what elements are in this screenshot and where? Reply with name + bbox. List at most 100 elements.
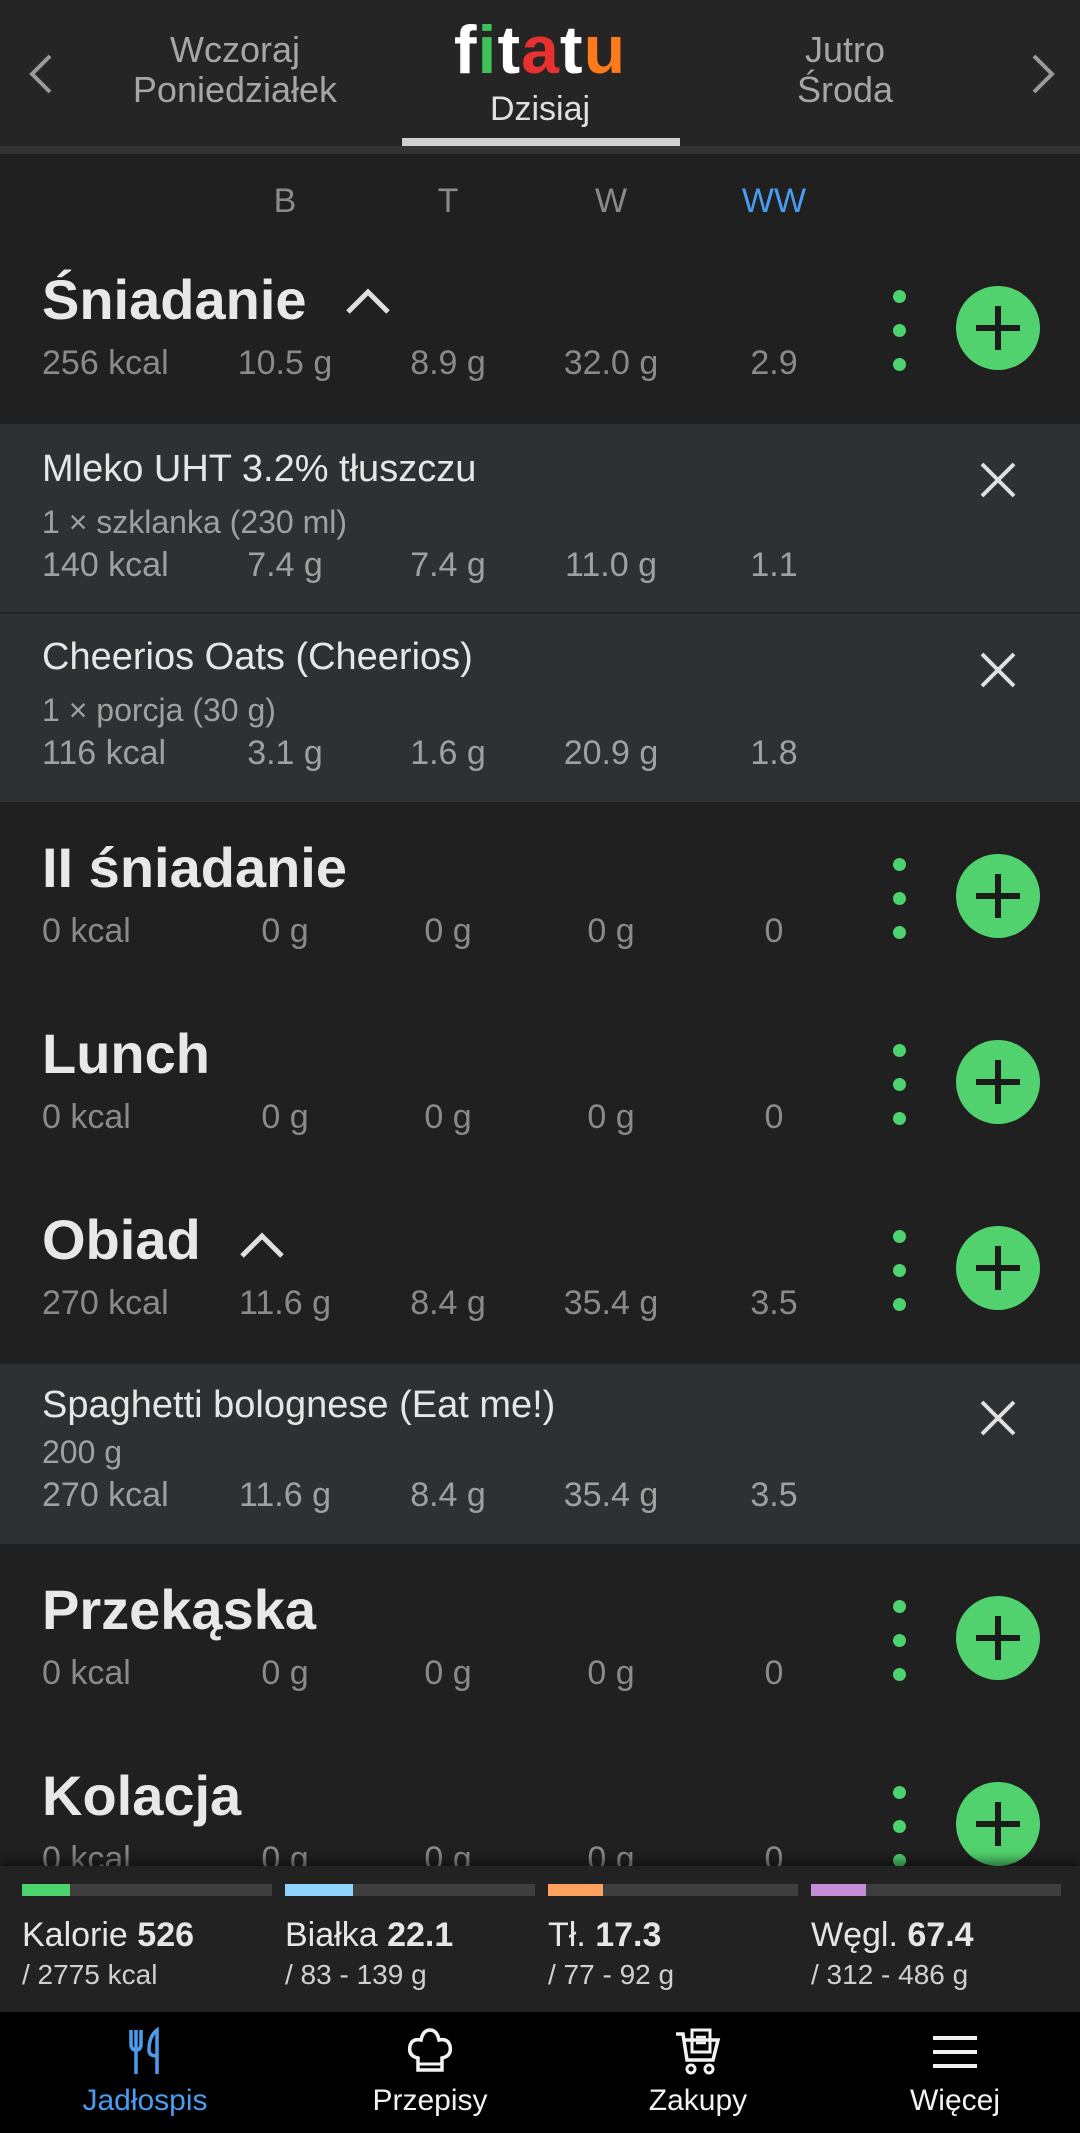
meal-carbs: 32.0 g <box>563 344 659 382</box>
food-fat: 1.6 g <box>410 734 486 772</box>
daily-summary[interactable]: Kalorie 526 / 2775 kcal Białka 22.1 / 83… <box>0 1866 1080 2012</box>
column-header-exchangers[interactable]: WW <box>714 182 834 221</box>
nav-label: Jadłospis <box>82 2084 208 2117</box>
nav-diary[interactable]: Jadłospis <box>10 2026 280 2118</box>
summary-fat: Tł. 17.3 / 77 - 92 g <box>548 1884 798 1991</box>
meal-title[interactable]: Przekąska <box>42 1578 316 1642</box>
close-icon[interactable] <box>978 1398 1018 1438</box>
calories-target: / 2775 kcal <box>22 1959 158 1990</box>
meal-title[interactable]: Śniadanie <box>42 268 307 332</box>
meal-carbs: 0 g <box>587 1654 635 1692</box>
nav-label: Więcej <box>909 2084 1000 2117</box>
more-options-icon[interactable] <box>884 1230 914 1311</box>
next-day-arrow-icon[interactable] <box>1022 50 1062 98</box>
food-carbs: 35.4 g <box>563 1476 659 1514</box>
more-options-icon[interactable] <box>884 290 914 371</box>
chevron-up-icon[interactable] <box>344 286 392 316</box>
food-carbs: 11.0 g <box>564 546 657 584</box>
meal-protein: 0 g <box>261 912 309 950</box>
protein-target: / 83 - 139 g <box>285 1959 427 1990</box>
food-item[interactable]: Cheerios Oats (Cheerios) 1 × porcja (30 … <box>0 614 1080 802</box>
protein-value: 22.1 <box>387 1916 454 1954</box>
meal-title[interactable]: Lunch <box>42 1022 210 1086</box>
fat-label: Tł. <box>548 1916 586 1954</box>
more-options-icon[interactable] <box>884 1786 914 1867</box>
nav-label: Zakupy <box>648 2084 748 2117</box>
add-food-button[interactable] <box>956 286 1040 370</box>
food-item[interactable]: Mleko UHT 3.2% tłuszczu 1 × szklanka (23… <box>0 424 1080 612</box>
food-portion: 200 g <box>42 1434 123 1470</box>
meal-exchangers: 0 <box>764 912 784 950</box>
food-fat: 8.4 g <box>410 1476 486 1514</box>
food-protein: 11.6 g <box>238 1476 331 1514</box>
more-options-icon[interactable] <box>884 1044 914 1125</box>
meal-exchangers: 3.5 <box>750 1284 798 1322</box>
chevron-up-icon[interactable] <box>238 1230 286 1260</box>
add-food-button[interactable] <box>956 1226 1040 1310</box>
carbs-label: Węgl. <box>811 1916 898 1954</box>
meal-fat: 0 g <box>424 912 472 950</box>
prev-day-label: Wczoraj <box>169 29 300 70</box>
column-header-carbs[interactable]: W <box>551 182 671 221</box>
hamburger-menu-icon <box>933 2036 977 2068</box>
food-name: Spaghetti bolognese (Eat me!) <box>42 1384 556 1426</box>
column-header-protein[interactable]: B <box>225 182 345 221</box>
bottom-navigation: Jadłospis Przepisy Zakupy Więcej <box>0 2012 1080 2133</box>
fat-progress-bar <box>548 1884 798 1896</box>
fat-target: / 77 - 92 g <box>548 1959 675 1990</box>
meal-carbs: 35.4 g <box>563 1284 659 1322</box>
meal-fat: 0 g <box>424 1654 472 1692</box>
meal-title[interactable]: Kolacja <box>42 1764 241 1828</box>
column-header-fat[interactable]: T <box>388 182 508 221</box>
meal-protein: 10.5 g <box>237 344 333 382</box>
meal-protein: 0 g <box>261 1098 309 1136</box>
prev-day-button[interactable]: Wczoraj Poniedziałek <box>120 30 350 110</box>
carbs-progress-bar <box>811 1884 1061 1896</box>
carbs-value: 67.4 <box>907 1916 974 1954</box>
calories-progress-fill <box>22 1884 70 1896</box>
calories-label: Kalorie <box>22 1916 128 1954</box>
food-carbs: 20.9 g <box>563 734 659 772</box>
close-icon[interactable] <box>978 460 1018 500</box>
next-day-label: Jutro <box>804 29 886 70</box>
nav-more[interactable]: Więcej <box>820 2026 1080 2118</box>
fat-progress-fill <box>548 1884 603 1896</box>
fork-knife-icon <box>129 2026 159 2074</box>
meal-carbs: 0 g <box>587 912 635 950</box>
calories-progress-bar <box>22 1884 272 1896</box>
fat-value: 17.3 <box>595 1916 662 1954</box>
add-food-button[interactable] <box>956 1596 1040 1680</box>
summary-calories: Kalorie 526 / 2775 kcal <box>22 1884 272 1991</box>
nav-recipes[interactable]: Przepisy <box>295 2026 565 2118</box>
add-food-button[interactable] <box>956 1782 1040 1866</box>
meal-exchangers: 2.9 <box>750 344 798 382</box>
summary-protein: Białka 22.1 / 83 - 139 g <box>285 1884 535 1991</box>
fitatu-logo: fitatu <box>453 12 627 88</box>
meal-title[interactable]: Obiad <box>42 1208 201 1272</box>
next-day-button[interactable]: Jutro Środa <box>730 30 960 110</box>
protein-progress-bar <box>285 1884 535 1896</box>
food-fat: 7.4 g <box>410 546 486 584</box>
next-day-weekday: Środa <box>796 69 894 110</box>
calories-value: 526 <box>137 1916 195 1954</box>
food-protein: 7.4 g <box>247 546 323 584</box>
add-food-button[interactable] <box>956 854 1040 938</box>
food-item[interactable]: Spaghetti bolognese (Eat me!) 200 g 270 … <box>0 1364 1080 1544</box>
prev-day-arrow-icon[interactable] <box>22 50 62 98</box>
close-icon[interactable] <box>978 650 1018 690</box>
food-portion: 1 × szklanka (230 ml) <box>42 504 348 540</box>
chef-hat-icon <box>407 2028 453 2072</box>
nav-shopping[interactable]: Zakupy <box>563 2026 833 2118</box>
protein-progress-fill <box>285 1884 353 1896</box>
food-name: Cheerios Oats (Cheerios) <box>42 636 473 678</box>
header-divider <box>0 146 1080 154</box>
meal-exchangers: 0 <box>764 1098 784 1136</box>
meal-fat: 0 g <box>424 1098 472 1136</box>
more-options-icon[interactable] <box>884 1600 914 1681</box>
food-exchangers: 1.8 <box>750 734 798 772</box>
meal-title[interactable]: II śniadanie <box>42 836 347 900</box>
add-food-button[interactable] <box>956 1040 1040 1124</box>
more-options-icon[interactable] <box>884 858 914 939</box>
food-portion: 1 × porcja (30 g) <box>42 692 276 728</box>
today-tab[interactable]: Dzisiaj <box>400 90 680 129</box>
